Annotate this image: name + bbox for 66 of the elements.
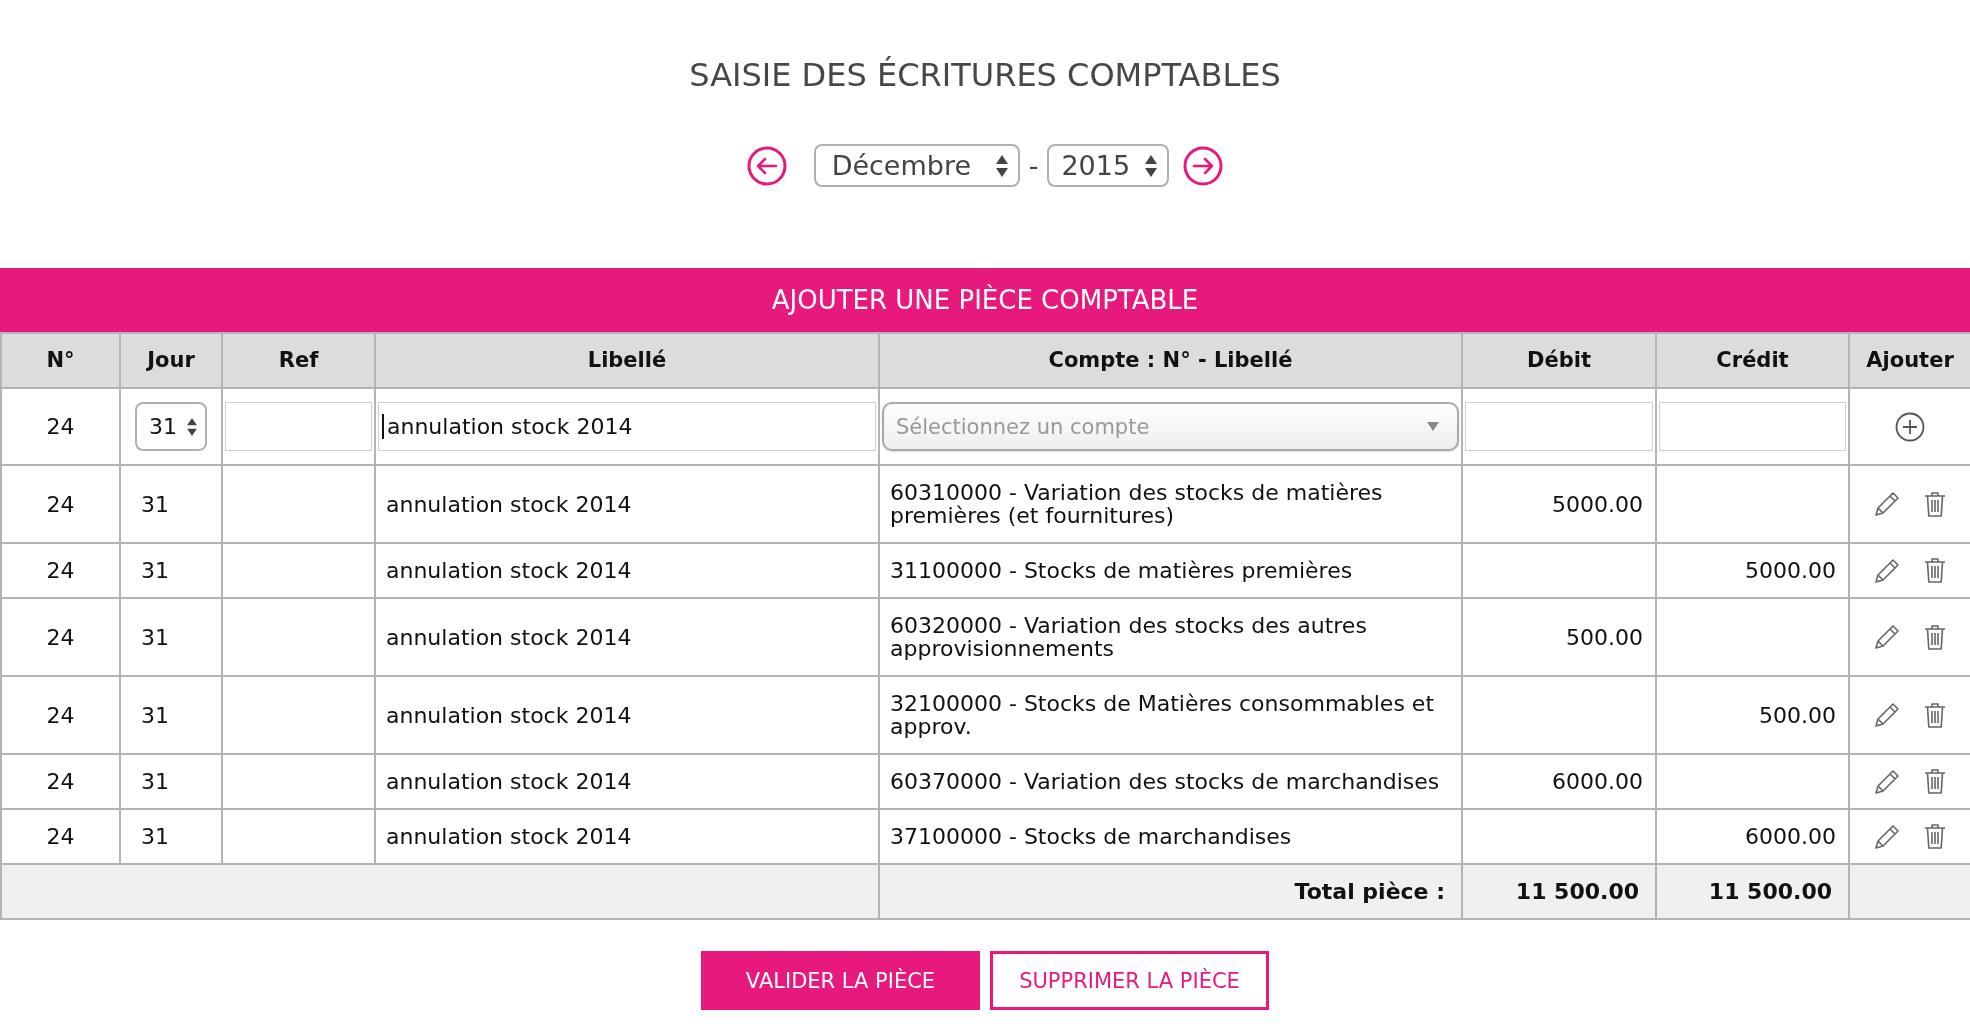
pencil-icon[interactable] (1873, 702, 1900, 728)
column-header: Débit (1462, 333, 1656, 388)
table-cell: 31 (120, 598, 222, 676)
table-cell: 32100000 - Stocks de Matières consommables et approv. (879, 676, 1462, 754)
table-cell: 24 (1, 598, 120, 676)
pencil-icon[interactable] (1873, 823, 1900, 850)
total-label: Total pièce : (879, 864, 1462, 919)
delete-button[interactable]: SUPPRIMER LA PIÈCE (990, 951, 1269, 1010)
table-cell: annulation stock 2014 (375, 465, 879, 543)
pencil-icon[interactable] (1873, 491, 1900, 517)
table-cell: annulation stock 2014 (375, 598, 879, 676)
table-cell: 60310000 - Variation des stocks de matières premières (et fournitures) (879, 465, 1462, 543)
column-header: N° (1, 333, 120, 388)
table-cell: 31 (120, 543, 222, 598)
total-credit: 11 500.00 (1656, 864, 1849, 919)
updown-arrows-icon (995, 154, 1008, 177)
table-cell: 5000.00 (1656, 543, 1849, 598)
date-separator: - (1028, 150, 1039, 181)
column-header: Ref (222, 333, 375, 388)
trash-icon[interactable] (1922, 701, 1947, 729)
section-banner: AJOUTER UNE PIÈCE COMPTABLE (0, 268, 1970, 332)
label-field[interactable]: annulation stock 2014 (378, 402, 876, 451)
table-cell: 24 (1, 676, 120, 754)
table-cell: 5000.00 (1462, 465, 1656, 543)
debit-field[interactable] (1465, 402, 1653, 451)
ref-field[interactable] (225, 402, 372, 451)
updown-arrows-icon (1145, 154, 1158, 177)
table-cell: 24 (1, 543, 120, 598)
trash-icon[interactable] (1922, 490, 1947, 518)
day-select[interactable]: 31 (135, 402, 207, 451)
table-cell: annulation stock 2014 (375, 676, 879, 754)
pencil-icon[interactable] (1873, 624, 1900, 650)
trash-icon[interactable] (1922, 768, 1947, 795)
validate-button[interactable]: VALIDER LA PIÈCE (701, 951, 980, 1010)
table-cell: 24 (1, 388, 120, 465)
trash-icon[interactable] (1922, 623, 1947, 651)
table-cell: 31100000 - Stocks de matières premières (879, 543, 1462, 598)
caret-icon (1427, 422, 1439, 431)
trash-icon[interactable] (1922, 823, 1947, 850)
column-header: Crédit (1656, 333, 1849, 388)
column-header: Ajouter (1849, 333, 1970, 388)
table-cell: 500.00 (1462, 598, 1656, 676)
column-header: Compte : N° - Libellé (879, 333, 1462, 388)
trash-icon[interactable] (1922, 557, 1947, 584)
credit-field[interactable] (1659, 402, 1846, 451)
year-select[interactable]: 2015 (1047, 144, 1170, 187)
table-cell: 60370000 - Variation des stocks de marchandises (879, 754, 1462, 809)
pencil-icon[interactable] (1873, 768, 1900, 795)
table-cell: 31 (120, 754, 222, 809)
table-cell: 24 (1, 465, 120, 543)
column-header: Libellé (375, 333, 879, 388)
pencil-icon[interactable] (1873, 557, 1900, 584)
table-cell: annulation stock 2014 (375, 754, 879, 809)
total-debit: 11 500.00 (1462, 864, 1656, 919)
table-cell: annulation stock 2014 (375, 543, 879, 598)
page-title: SAISIE DES ÉCRITURES COMPTABLES (689, 55, 1281, 95)
table-cell: 24 (1, 754, 120, 809)
table-cell: 60320000 - Variation des stocks des autres approvisionnements (879, 598, 1462, 676)
add-icon[interactable] (1895, 411, 1925, 442)
updown-arrows-icon (187, 417, 197, 436)
column-header: Jour (120, 333, 222, 388)
table-cell: 6000.00 (1462, 754, 1656, 809)
month-select[interactable]: Décembre (813, 144, 1020, 187)
table-cell: 500.00 (1656, 676, 1849, 754)
table-cell: 31 (120, 676, 222, 754)
table-cell: 31 (120, 465, 222, 543)
